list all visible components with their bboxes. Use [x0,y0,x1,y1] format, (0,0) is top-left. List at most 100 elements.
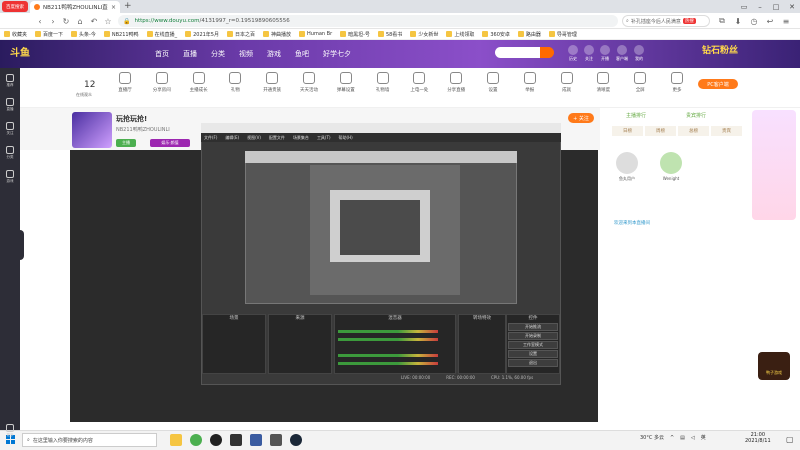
obs-control-button[interactable]: 工作室模式 [508,341,558,349]
bookmark-item[interactable]: 暗黑坦-号 [340,31,370,38]
clock[interactable]: 21:00 2021/8/11 [745,432,771,444]
tab-vip-rank[interactable]: 贵宾排行 [686,112,706,119]
tool-item[interactable]: 天天活动 [292,72,326,93]
bookmark-item[interactable]: 神曲播放 [263,31,291,38]
volume-icon[interactable]: ◁ [691,435,695,441]
bookmark-item[interactable]: NB211鸭鸭 [103,31,139,38]
forward-icon[interactable]: › [47,15,59,27]
tool-item[interactable]: 直播厅 [108,72,142,93]
tool-item[interactable]: 清晰度 [586,72,620,93]
subtab-day[interactable]: 日榜 [612,126,643,136]
back-icon[interactable]: ‹ [34,15,46,27]
header-icon-item[interactable]: 关注 [584,45,594,62]
tool-item[interactable]: 更多 [660,72,694,93]
nav-item[interactable]: 视频 [239,49,253,59]
sidebar-item[interactable]: 直播 [2,98,18,112]
bookmark-item[interactable]: 在线直播_ [146,31,177,38]
bookmark-item[interactable]: 导哥管理 [548,31,577,38]
address-bar[interactable]: 🔒 https://www.douyu.com/4131997_r=0.1951… [118,15,618,27]
app-icon[interactable] [250,434,262,446]
tool-item[interactable]: 开通贵族 [255,72,289,93]
app-icon[interactable] [210,434,222,446]
header-icon-item[interactable]: 客户端 [616,45,628,62]
tool-item[interactable]: 礼物 [218,72,252,93]
tool-item[interactable]: 举报 [513,72,547,93]
undo-close-icon[interactable]: ↩ [764,15,776,27]
subtab-total[interactable]: 总榜 [678,126,709,136]
file-explorer-icon[interactable] [170,434,182,446]
extensions-icon[interactable]: ⧉ [716,15,728,27]
bookmark-item[interactable]: 百度一下 [35,31,63,38]
follow-button[interactable]: + 关注 [568,113,594,123]
side-promo[interactable]: 鸭子游戏 [758,352,790,380]
tool-item[interactable]: 分享直播 [439,72,473,93]
chrome-icon[interactable] [190,434,202,446]
tool-item[interactable]: 弹幕设置 [329,72,363,93]
star-icon[interactable]: ☆ [102,15,114,27]
obs-menu-item[interactable]: 场景集合 [293,135,309,141]
obs-menu-item[interactable]: 配置文件 [269,135,285,141]
refresh-icon[interactable]: ↻ [60,15,72,27]
tool-item[interactable]: 成就 [550,72,584,93]
window-minimize-icon[interactable]: – [752,0,768,13]
browser-logo[interactable]: 百度搜索 [2,1,28,12]
header-icon-item[interactable]: 历史 [568,45,578,62]
ad-banner[interactable] [752,110,796,220]
site-logo[interactable]: 斗鱼 [10,44,30,59]
history-icon[interactable]: ◷ [748,15,760,27]
sidebar-item[interactable]: 更多 [2,424,18,438]
sidebar-item[interactable]: 推荐 [2,74,18,88]
obs-control-button[interactable]: 开始推流 [508,323,558,331]
bookmark-item[interactable]: 2021年5月 [185,31,219,38]
notification-icon[interactable]: ▢ [786,435,794,444]
sidebar-item[interactable]: 关注 [2,122,18,136]
sidebar-item[interactable]: 分类 [2,146,18,160]
sidebar-collapse-handle[interactable] [18,230,24,260]
nav-item[interactable]: 游戏 [267,49,281,59]
tray-up-icon[interactable]: ^ [670,435,674,441]
header-icon-item[interactable]: 开播 [600,45,610,62]
nav-item[interactable]: 鱼吧 [295,49,309,59]
nav-item[interactable]: 直播 [183,49,197,59]
header-icon-item[interactable]: 我的 [634,45,644,62]
steam-icon[interactable] [290,434,302,446]
taskbar-search[interactable]: ⌕ 在这里输入你要搜索的内容 [22,433,157,447]
tool-item[interactable]: 主播成长 [182,72,216,93]
obs-menu-item[interactable]: 工具(T) [317,135,331,141]
sidebar-item[interactable]: 游戏 [2,170,18,184]
obs-icon[interactable] [230,434,242,446]
bookmark-item[interactable]: 360安卓 [482,31,510,38]
fan-item[interactable]: 鱼丸用户 [612,152,642,182]
subtab-vip[interactable]: 贵宾 [711,126,742,136]
downloads-icon[interactable]: ⬇ [732,15,744,27]
obs-menu-item[interactable]: 帮助(H) [339,135,353,141]
new-tab-button[interactable]: + [124,1,132,11]
room-category-tag[interactable]: 娱乐·颜值 [150,139,190,147]
tool-item[interactable]: 全屏 [623,72,657,93]
undo-icon[interactable]: ↶ [88,15,100,27]
browser-search-box[interactable]: ⌕ 补孔插座今后人民满意 热搜 [622,15,710,27]
tool-item[interactable]: 上电一处 [402,72,436,93]
home-icon[interactable]: ⌂ [74,15,86,27]
weather-text[interactable]: 30°C 多云 [640,434,664,441]
streamer-name[interactable]: NB211鸭鸭ZHOULINLI [116,126,170,133]
bookmark-item[interactable]: Human Br [299,31,332,37]
obs-control-button[interactable]: 退出 [508,359,558,367]
pc-client-button[interactable]: PC客户端 [698,79,738,89]
browser-tab[interactable]: NB211鸭鸭ZHOULINLI直播 × [30,1,120,13]
subtab-week[interactable]: 周榜 [645,126,676,136]
nav-item[interactable]: 分类 [211,49,225,59]
bookmark-item[interactable]: 58看书 [377,31,402,38]
obs-menu-item[interactable]: 编辑(E) [225,135,239,141]
nav-item[interactable]: 好学七夕 [323,49,351,59]
obs-control-button[interactable]: 开始录制 [508,332,558,340]
streamer-avatar[interactable] [72,112,112,148]
app-icon[interactable] [270,434,282,446]
tool-item[interactable]: 设置 [476,72,510,93]
tab-anchor-rank[interactable]: 主播排行 [626,112,646,119]
site-search-button[interactable] [540,47,554,58]
nav-item[interactable]: 首页 [155,49,169,59]
bookmark-item[interactable]: 上线领取 [446,31,474,38]
menu-icon[interactable]: ≡ [780,15,792,27]
tab-close-icon[interactable]: × [111,4,116,11]
